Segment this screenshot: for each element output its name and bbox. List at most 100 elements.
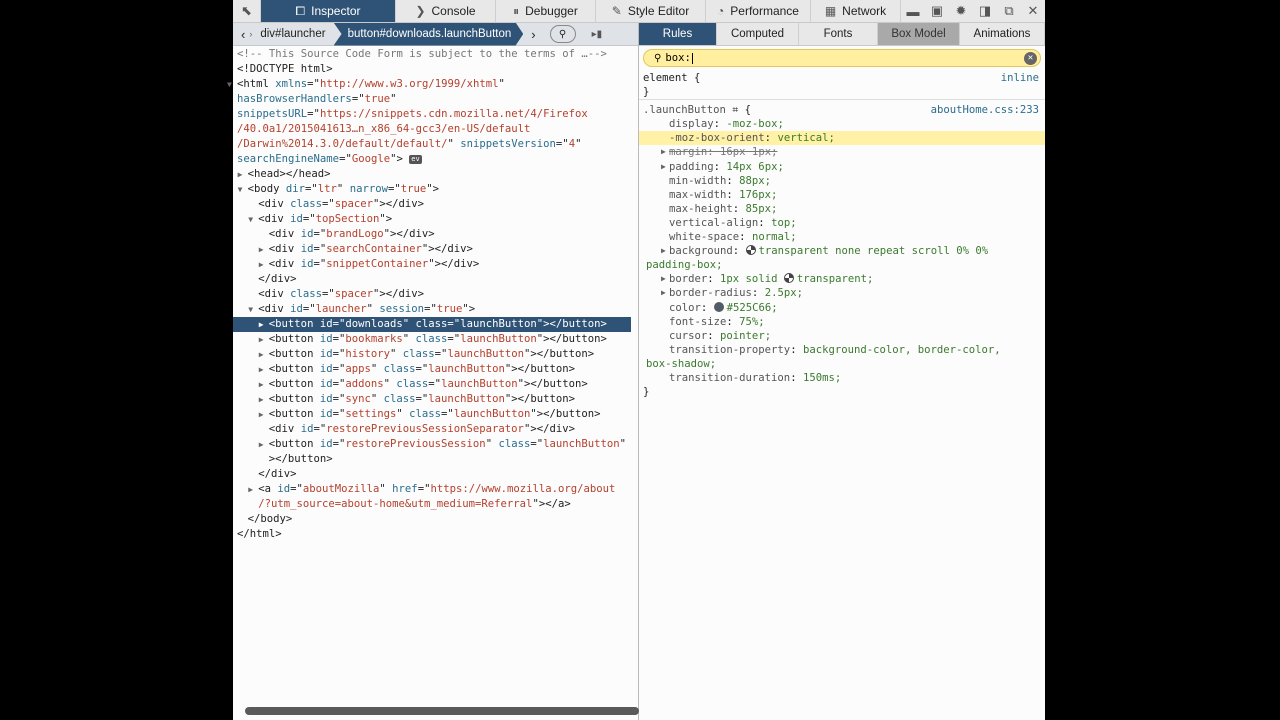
collapsed-arrow-icon[interactable]: ▶ xyxy=(248,482,253,497)
property-name[interactable]: border xyxy=(669,273,707,285)
markup-line[interactable]: ▼ <div id="topSection"> xyxy=(233,212,638,227)
collapsed-arrow-icon[interactable]: ▶ xyxy=(259,437,264,452)
property-value[interactable]: normal; xyxy=(752,231,797,243)
breadcrumb-back-icon[interactable]: ‹ xyxy=(233,27,249,42)
collapsed-arrow-icon[interactable]: ▶ xyxy=(259,377,264,392)
expand-declaration-icon[interactable]: ▶ xyxy=(661,145,666,159)
markup-line[interactable]: ▼ <div id="launcher" session="true"> xyxy=(233,302,638,317)
close-icon[interactable]: ✕ xyxy=(1021,0,1045,22)
declaration-border-radius[interactable]: ▶ border-radius: 2.5px; xyxy=(639,286,1045,300)
collapsed-arrow-icon[interactable]: ▶ xyxy=(259,242,264,257)
expanded-arrow-icon[interactable]: ▼ xyxy=(227,77,232,92)
property-name[interactable]: font-size xyxy=(669,316,726,328)
declaration-padding[interactable]: ▶ padding: 14px 6px; xyxy=(639,160,1045,174)
declaration-display[interactable]: display: -moz-box; xyxy=(639,117,1045,131)
tab-inspector[interactable]: ⧠ Inspector xyxy=(261,0,396,22)
markup-line[interactable]: ▶ <button id="history" class="launchButto… xyxy=(233,347,638,362)
color-swatch-icon[interactable] xyxy=(713,301,724,312)
property-name[interactable]: color xyxy=(669,302,701,314)
markup-search-button[interactable]: ⚲ xyxy=(549,25,576,43)
declaration-border[interactable]: ▶ border: 1px solid transparent; xyxy=(639,272,1045,286)
property-name[interactable]: display xyxy=(669,118,714,130)
tab-animations[interactable]: Animations xyxy=(960,23,1045,45)
markup-line[interactable]: ▶ <a id="aboutMozilla" href="https://www.… xyxy=(233,482,638,497)
expand-declaration-icon[interactable]: ▶ xyxy=(661,160,666,174)
property-value[interactable]: 1px solid xyxy=(720,273,784,285)
breadcrumb-forward-icon[interactable]: › xyxy=(523,27,543,42)
markup-line[interactable]: ▶ <button id="bookmarks" class="launchBut… xyxy=(233,332,638,347)
property-name[interactable]: vertical-align xyxy=(669,217,758,229)
tab-computed[interactable]: Computed xyxy=(717,23,799,45)
property-value[interactable]: vertical; xyxy=(777,132,834,144)
property-name[interactable]: background xyxy=(669,245,733,257)
property-value[interactable]: pointer; xyxy=(720,330,771,342)
property-name[interactable]: white-space xyxy=(669,231,739,243)
property-name[interactable]: border-radius xyxy=(669,287,752,299)
property-value[interactable]: 75%; xyxy=(739,316,765,328)
markup-line[interactable]: ▶ <button id="restorePreviousSession" cla… xyxy=(233,437,638,452)
color-swatch-icon[interactable] xyxy=(745,245,756,256)
property-value[interactable]: -moz-box; xyxy=(726,118,783,130)
declaration--moz-box-orient[interactable]: -moz-box-orient: vertical; xyxy=(639,131,1045,146)
property-name[interactable]: cursor xyxy=(669,330,707,342)
highlight-selector-icon[interactable]: ⌗ xyxy=(732,104,738,116)
property-name[interactable]: transition-duration xyxy=(669,372,790,384)
property-value[interactable]: 16px 1px; xyxy=(720,146,777,158)
property-name[interactable]: -moz-box-orient xyxy=(669,132,765,144)
expand-declaration-icon[interactable]: ▶ xyxy=(661,286,666,300)
tab-box-model[interactable]: Box Model xyxy=(878,23,960,45)
markup-line[interactable]: ▶ <head></head> xyxy=(233,167,638,182)
property-value[interactable]: 88px; xyxy=(739,175,771,187)
collapsed-arrow-icon[interactable]: ▶ xyxy=(259,407,264,422)
collapsed-arrow-icon[interactable]: ▶ xyxy=(259,392,264,407)
property-value[interactable]: 14px 6px; xyxy=(726,161,783,173)
collapsed-arrow-icon[interactable]: ▶ xyxy=(259,317,264,332)
expanded-arrow-icon[interactable]: ▼ xyxy=(238,182,243,197)
declaration-white-space[interactable]: white-space: normal; xyxy=(639,230,1045,244)
collapsed-arrow-icon[interactable]: ▶ xyxy=(259,257,264,272)
property-value[interactable]: 176px; xyxy=(739,189,777,201)
declaration-background[interactable]: ▶ background: transparent none repeat scr… xyxy=(639,244,1045,258)
dock-side-icon[interactable]: ◨ xyxy=(973,0,997,22)
event-badge[interactable]: ev xyxy=(409,154,422,164)
property-value[interactable]: transparent none repeat scroll 0% 0% xyxy=(759,245,989,257)
breadcrumb-item-selected[interactable]: button#downloads.launchButton xyxy=(333,22,524,46)
declaration-margin[interactable]: ▶ margin: 16px 1px; xyxy=(639,145,1045,159)
rules-filter-input[interactable]: ⚲ box: ✕ xyxy=(643,49,1041,67)
property-value[interactable]: 150ms; xyxy=(803,372,841,384)
color-swatch-icon[interactable] xyxy=(783,273,794,284)
property-name[interactable]: max-height xyxy=(669,203,733,215)
collapsed-arrow-icon[interactable]: ▶ xyxy=(259,347,264,362)
expand-declaration-icon[interactable]: ▶ xyxy=(661,272,666,286)
expand-declaration-icon[interactable]: ▶ xyxy=(661,244,666,258)
tab-network[interactable]: ▦ Network xyxy=(811,0,901,22)
property-name[interactable]: max-width xyxy=(669,189,726,201)
toggle-sidebar-icon[interactable]: ▸▮ xyxy=(592,29,603,40)
markup-line[interactable]: ▶ <button id="apps" class="launchButton">… xyxy=(233,362,638,377)
markup-line[interactable]: ▶ <button id="settings" class="launchButt… xyxy=(233,407,638,422)
settings-gear-icon[interactable]: ✹ xyxy=(949,0,973,22)
property-value[interactable]: top; xyxy=(771,217,797,229)
tab-style-editor[interactable]: ✎ Style Editor xyxy=(596,0,706,22)
property-value[interactable]: #525C66; xyxy=(727,302,778,314)
declaration-transition-property[interactable]: transition-property: background-color, b… xyxy=(639,343,1045,357)
markup-line[interactable]: ▶ <button id="addons" class="launchButton… xyxy=(233,377,638,392)
clear-filter-icon[interactable]: ✕ xyxy=(1024,52,1037,65)
declaration-cursor[interactable]: cursor: pointer; xyxy=(639,329,1045,343)
declaration-max-height[interactable]: max-height: 85px; xyxy=(639,202,1045,216)
collapsed-arrow-icon[interactable]: ▶ xyxy=(259,332,264,347)
horizontal-scrollbar[interactable] xyxy=(245,707,639,715)
property-value[interactable]: 85px; xyxy=(746,203,778,215)
breadcrumb-item-launcher[interactable]: div#launcher xyxy=(252,23,333,46)
rule-source-link[interactable]: inline xyxy=(1001,71,1039,85)
property-value[interactable]: transparent; xyxy=(797,273,874,285)
expanded-arrow-icon[interactable]: ▼ xyxy=(248,302,253,317)
element-picker-button[interactable]: ⬉ xyxy=(233,0,261,22)
tab-rules[interactable]: Rules xyxy=(639,23,717,45)
markup-node-selected[interactable]: ▶ <button id="downloads" class="launchBut… xyxy=(233,317,631,332)
split-console-icon[interactable]: ▬ xyxy=(901,0,925,22)
tab-debugger[interactable]: ⏸ Debugger xyxy=(496,0,596,22)
property-value[interactable]: background-color, border-color, xyxy=(803,344,1001,356)
markup-line[interactable]: ▶ <div id="snippetContainer"></div> xyxy=(233,257,638,272)
markup-line[interactable]: ▼ <body dir="ltr" narrow="true"> xyxy=(233,182,638,197)
